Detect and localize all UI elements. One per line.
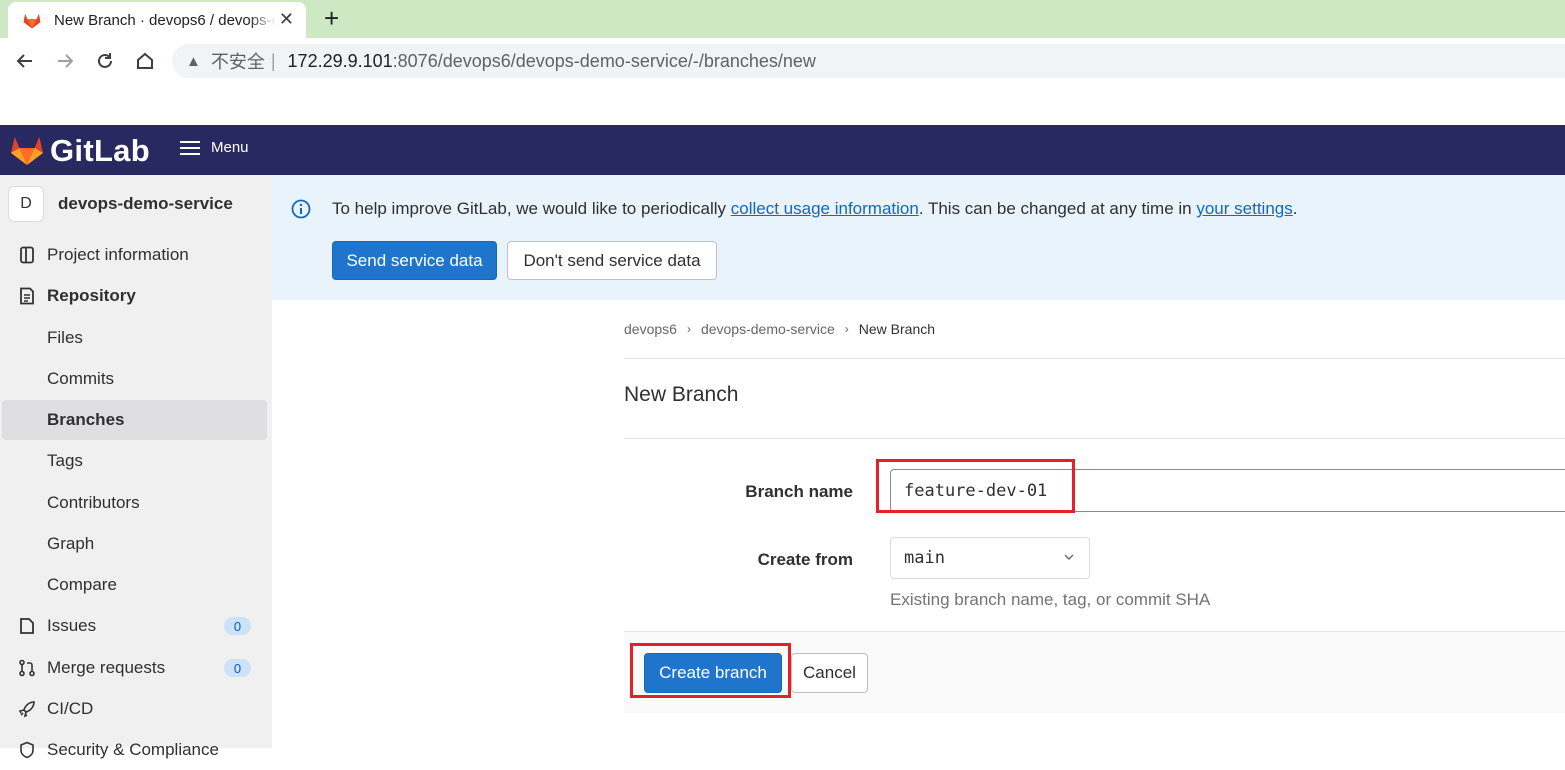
sidebar-item-ci-cd[interactable]: CI/CD <box>0 689 272 729</box>
sidebar-item-files[interactable]: Files <box>0 318 272 358</box>
dont-send-service-data-button[interactable]: Don't send service data <box>507 241 717 280</box>
hamburger-icon <box>180 140 200 155</box>
cancel-button[interactable]: Cancel <box>791 653 868 693</box>
branch-name-label: Branch name <box>745 482 853 501</box>
info-icon <box>291 199 311 219</box>
reload-button[interactable] <box>92 48 118 74</box>
project-name: devops-demo-service <box>58 194 233 213</box>
chevron-down-icon <box>1064 554 1074 560</box>
gitlab-favicon-icon <box>23 13 41 29</box>
chevron-right-icon: › <box>844 322 849 336</box>
your-settings-link[interactable]: your settings <box>1196 199 1292 218</box>
forward-button[interactable] <box>52 48 78 74</box>
url-separator: | <box>270 50 276 71</box>
browser-tab[interactable]: New Branch · devops6 / devops-demo-servi… <box>8 2 306 38</box>
create-from-label: Create from <box>757 550 853 569</box>
send-service-data-button[interactable]: Send service data <box>332 241 497 280</box>
sidebar-item-compare[interactable]: Compare <box>0 565 272 605</box>
create-from-help-text: Existing branch name, tag, or commit SHA <box>890 590 1211 609</box>
usage-banner: To help improve GitLab, we would like to… <box>272 175 1565 300</box>
menu-label: Menu <box>211 139 249 156</box>
merge-request-icon <box>19 659 35 677</box>
sidebar-item-graph[interactable]: Graph <box>0 524 272 564</box>
create-from-value: main <box>904 548 945 568</box>
sidebar-item-tags[interactable]: Tags <box>0 441 272 481</box>
gitlab-logo-icon[interactable] <box>10 134 44 166</box>
sidebar-item-commits[interactable]: Commits <box>0 359 272 399</box>
chevron-right-icon: › <box>686 322 691 336</box>
project-icon <box>20 246 34 264</box>
sidebar-item-merge-requests[interactable]: Merge requests 0 <box>0 648 272 688</box>
rocket-icon <box>18 701 35 718</box>
breadcrumb-devops6[interactable]: devops6 <box>624 321 677 337</box>
url-path: :8076/devops6/devops-demo-service/-/bran… <box>392 50 816 71</box>
active-highlight <box>2 400 267 440</box>
collect-usage-link[interactable]: collect usage information <box>731 199 919 218</box>
browser-tab-strip: New Branch · devops6 / devops-demo-servi… <box>0 0 1565 38</box>
shield-icon <box>20 741 34 759</box>
tab-close-icon[interactable]: ✕ <box>279 10 294 28</box>
url-host: 172.29.9.101 <box>287 50 393 71</box>
issues-icon <box>20 618 34 634</box>
home-icon <box>137 52 153 69</box>
project-sidebar: D devops-demo-service Project informatio… <box>0 175 272 759</box>
annotation-highlight-branch-name <box>876 459 1075 513</box>
arrow-left-icon <box>16 54 32 68</box>
arrow-right-icon <box>58 54 74 68</box>
reload-icon <box>98 53 112 68</box>
sidebar-item-repository[interactable]: Repository <box>0 276 272 316</box>
divider <box>624 438 1565 439</box>
issues-count-badge: 0 <box>224 617 251 635</box>
page-title: New Branch <box>624 383 739 406</box>
project-link[interactable]: D devops-demo-service <box>8 186 233 222</box>
sidebar-item-branches[interactable]: Branches <box>0 400 272 440</box>
banner-message: To help improve GitLab, we would like to… <box>332 199 1298 218</box>
breadcrumb-current[interactable]: New Branch <box>859 321 935 337</box>
security-status: 不安全 <box>210 52 265 72</box>
divider <box>624 358 1565 359</box>
merge-requests-count-badge: 0 <box>224 659 251 677</box>
breadcrumb: devops6 › devops-demo-service › New Bran… <box>624 321 935 337</box>
sidebar-item-security-compliance[interactable]: Security & Compliance <box>0 730 272 770</box>
breadcrumb-project[interactable]: devops-demo-service <box>701 321 835 337</box>
back-button[interactable] <box>12 48 38 74</box>
sidebar-item-project-information[interactable]: Project information <box>0 235 272 275</box>
new-tab-button[interactable]: + <box>324 5 339 31</box>
gitlab-header: GitLab Menu <box>0 125 1565 175</box>
home-button[interactable] <box>132 48 158 74</box>
sidebar-item-contributors[interactable]: Contributors <box>0 483 272 523</box>
sidebar-item-issues[interactable]: Issues 0 <box>0 606 272 646</box>
annotation-highlight-create-button <box>630 643 791 698</box>
gitlab-brand[interactable]: GitLab <box>50 133 150 169</box>
create-from-dropdown[interactable]: main <box>890 537 1090 579</box>
browser-toolbar: ▲ 不安全 | 172.29.9.101:8076/devops6/devops… <box>0 38 1565 84</box>
project-avatar: D <box>8 186 44 222</box>
warning-icon[interactable]: ▲ <box>186 53 201 70</box>
menu-button[interactable]: Menu <box>180 139 249 156</box>
document-icon <box>20 287 34 305</box>
tab-title: New Branch · devops6 / devops-demo-servi… <box>54 11 276 29</box>
address-bar[interactable]: ▲ 不安全 | 172.29.9.101:8076/devops6/devops… <box>172 44 1565 78</box>
